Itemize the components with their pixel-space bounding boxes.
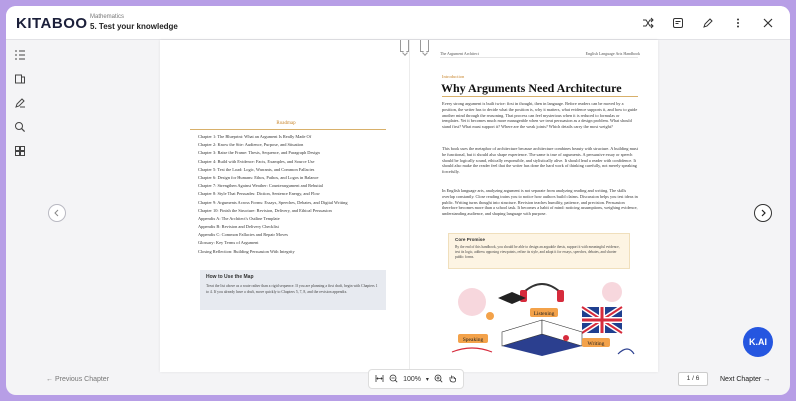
zoom-toolbar: 100% ▾ — [368, 369, 464, 389]
running-head-rule — [440, 57, 638, 58]
arrow-left-icon: ← — [46, 376, 53, 383]
shuffle-icon[interactable] — [640, 15, 656, 31]
search-icon[interactable] — [14, 120, 28, 134]
howto-title: How to Use the Map — [206, 274, 254, 280]
chevron-right-icon — [761, 209, 766, 217]
section-kicker: Introduction — [442, 74, 465, 79]
close-icon[interactable] — [760, 15, 776, 31]
more-vertical-icon[interactable] — [730, 15, 746, 31]
bookmark-icon[interactable] — [400, 40, 409, 52]
app-logo: KITABOO — [16, 15, 88, 32]
previous-page-button[interactable] — [48, 204, 66, 222]
header-toolbar — [640, 15, 776, 31]
roadmap-rule — [190, 129, 386, 130]
book-spread: Roadmap Chapter 1: The Blueprint: What a… — [160, 40, 658, 372]
app-frame: KITABOO Mathematics 5. Test your knowled… — [6, 6, 790, 395]
highlight-icon[interactable] — [14, 96, 28, 110]
howto-box: How to Use the Map Treat the list above … — [200, 270, 386, 310]
next-page-button[interactable] — [754, 204, 772, 222]
arrow-right-icon: → — [763, 376, 771, 383]
page-gutter — [409, 40, 410, 372]
pan-hand-icon[interactable] — [448, 370, 457, 388]
section-title: Why Arguments Need Architecture — [441, 81, 622, 95]
roadmap-item[interactable]: Appendix B: Revision and Delivery Checkl… — [198, 223, 388, 231]
title-rule — [442, 96, 638, 97]
roadmap-list: Chapter 1: The Blueprint: What an Argume… — [198, 133, 388, 256]
next-chapter-label: Next Chapter — [720, 376, 762, 383]
footer-bar: ← Previous Chapter 100% ▾ 1 / 6 Next Cha… — [6, 367, 790, 395]
bookmark-icon[interactable] — [420, 40, 429, 52]
writing-label: Writing — [588, 341, 605, 347]
roadmap-item[interactable]: Chapter 2: Know the Site: Audience, Purp… — [198, 141, 388, 149]
body-paragraph: In English language arts, analyzing argu… — [442, 188, 638, 217]
roadmap-item[interactable]: Chapter 10: Finish the Structure: Revisi… — [198, 207, 388, 215]
subject-label: Mathematics — [90, 14, 125, 20]
ai-assistant-button[interactable]: K.AI — [743, 327, 773, 357]
previous-chapter-label: Previous Chapter — [54, 376, 110, 383]
chevron-left-icon — [54, 209, 59, 217]
roadmap-item[interactable]: Closing Reflection: Building Persuasion … — [198, 248, 388, 256]
notes-icon[interactable] — [670, 15, 686, 31]
body-paragraph: This book uses the metaphor of architect… — [442, 146, 638, 175]
table-of-contents-icon[interactable] — [14, 48, 28, 62]
core-promise-text: By the end of this handbook, you should … — [455, 245, 620, 259]
chapter-title: 5. Test your knowledge — [90, 22, 178, 31]
running-head-right: English Language Arts Handbook — [585, 51, 640, 56]
speaking-label: Speaking — [463, 337, 484, 343]
roadmap-item[interactable]: Chapter 6: Design for Humans: Ethos, Pat… — [198, 174, 388, 182]
previous-chapter-link[interactable]: ← Previous Chapter — [46, 376, 109, 383]
roadmap-item[interactable]: Appendix A: The Architect's Outline Temp… — [198, 215, 388, 223]
roadmap-item[interactable]: Chapter 5: Test the Load: Logic, Warrant… — [198, 166, 388, 174]
page-indicator[interactable]: 1 / 6 — [678, 372, 708, 386]
left-toolbar — [14, 48, 30, 168]
language-skills-illustration: Listening Writing Speaking — [442, 272, 638, 360]
roadmap-item[interactable]: Appendix C: Common Fallacies and Repair … — [198, 231, 388, 239]
running-head-left: The Argument Architect — [440, 51, 479, 56]
roadmap-title: Roadmap — [276, 121, 296, 126]
fit-width-icon[interactable] — [375, 370, 384, 388]
zoom-in-icon[interactable] — [434, 370, 443, 388]
zoom-out-icon[interactable] — [389, 370, 398, 388]
header-bar: KITABOO Mathematics 5. Test your knowled… — [6, 6, 790, 40]
roadmap-item[interactable]: Chapter 9: Arguments Across Forms: Essay… — [198, 199, 388, 207]
roadmap-item[interactable]: Chapter 4: Build with Evidence: Facts, E… — [198, 158, 388, 166]
roadmap-item[interactable]: Chapter 8: Style That Persuades: Diction… — [198, 190, 388, 198]
listening-label: Listening — [534, 311, 555, 317]
pen-icon[interactable] — [700, 15, 716, 31]
chevron-down-icon[interactable]: ▾ — [426, 376, 429, 383]
roadmap-item[interactable]: Chapter 3: Raise the Frame: Thesis, Sequ… — [198, 149, 388, 157]
zoom-level[interactable]: 100% — [403, 376, 421, 383]
core-promise-box: Core Promise By the end of this handbook… — [448, 233, 630, 269]
roadmap-item[interactable]: Chapter 1: The Blueprint: What an Argume… — [198, 133, 388, 141]
howto-text: Treat the list above as a route rather t… — [206, 284, 378, 294]
next-chapter-link[interactable]: Next Chapter → — [720, 376, 770, 383]
roadmap-item[interactable]: Chapter 7: Strengthen Against Weather: C… — [198, 182, 388, 190]
body-paragraph: Every strong argument is built twice: fi… — [442, 101, 638, 130]
resources-icon[interactable] — [14, 72, 28, 86]
roadmap-item[interactable]: Glossary: Key Terms of Argument — [198, 239, 388, 247]
thumbnails-icon[interactable] — [14, 144, 28, 158]
core-promise-title: Core Promise — [455, 237, 485, 242]
